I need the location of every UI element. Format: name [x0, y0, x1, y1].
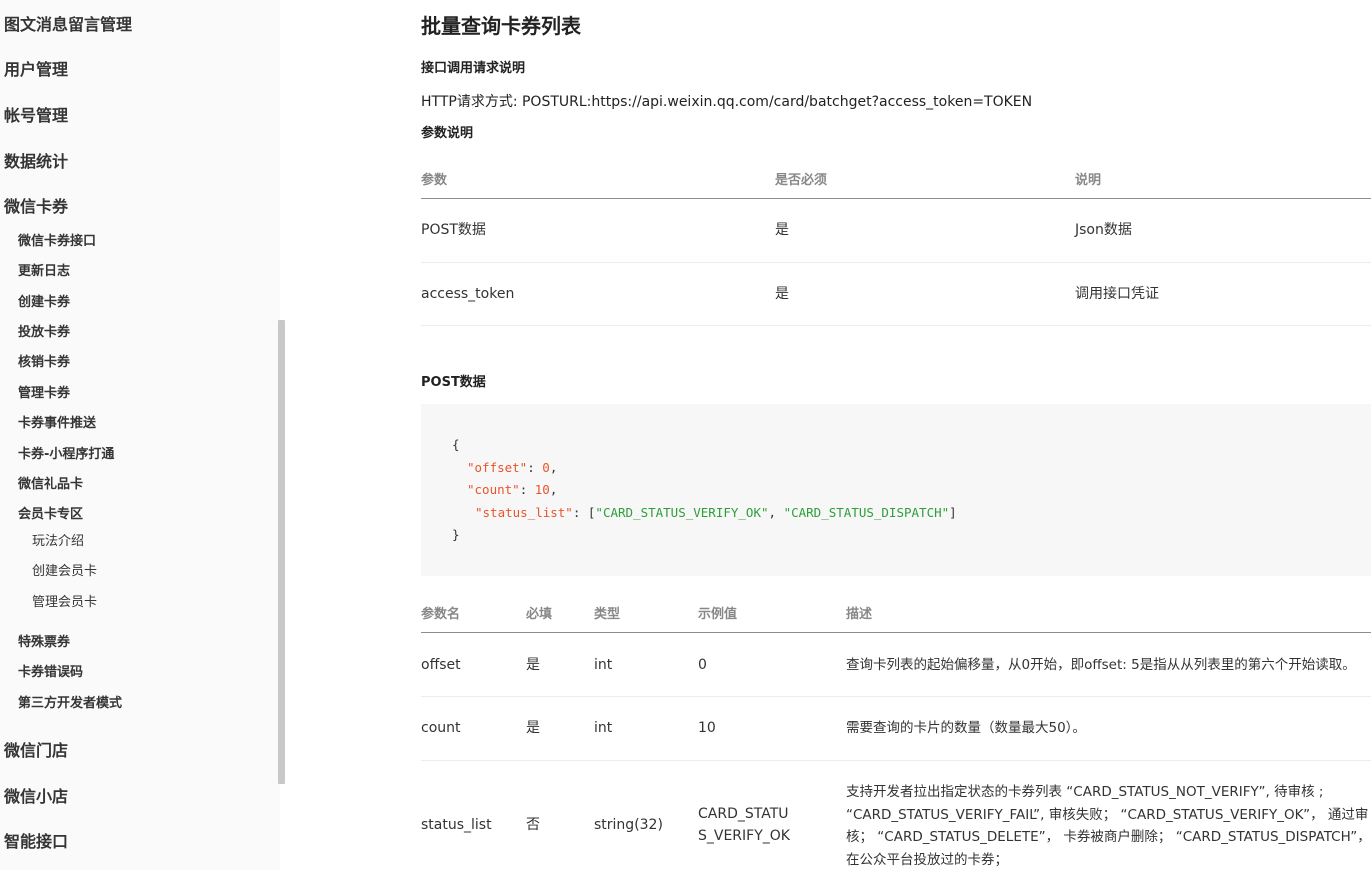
code-string: "CARD_STATUS_VERIFY_OK"	[595, 505, 769, 520]
params-header-divider	[421, 198, 1371, 199]
code-string: "CARD_STATUS_DISPATCH"	[783, 505, 950, 520]
row-divider	[421, 262, 1371, 263]
code-key: "offset"	[467, 460, 528, 475]
fields-cell: offset	[421, 657, 461, 673]
sidebar-item-manage-member-card[interactable]: 管理会员卡	[32, 594, 97, 612]
fields-cell-status-desc: 支持开发者拉出指定状态的卡券列表 “CARD_STATUS_NOT_VERIFY…	[846, 784, 1371, 868]
sidebar-item-consume-card[interactable]: 核销卡券	[18, 354, 70, 372]
fields-cell: int	[594, 720, 613, 736]
sidebar-item-card-api[interactable]: 微信卡券接口	[18, 233, 96, 251]
sidebar-item-wechat-stores[interactable]: 微信门店	[4, 741, 68, 761]
params-header-desc: 说明	[1075, 173, 1102, 188]
fields-header-desc: 描述	[846, 607, 873, 622]
code-open-brace: {	[452, 437, 460, 452]
row-divider	[421, 760, 1371, 761]
params-header-param: 参数	[421, 173, 448, 188]
code-key: "status_list"	[475, 505, 573, 520]
params-cell: access_token	[421, 286, 515, 302]
page-title: 批量查询卡券列表	[421, 14, 581, 38]
fields-cell: 查询卡列表的起始偏移量，从0开始，即offset: 5是指从从列表里的第六个开始…	[846, 657, 1356, 673]
sidebar-item-card-miniprogram[interactable]: 卡券-小程序打通	[18, 446, 114, 464]
sidebar-item-changelog[interactable]: 更新日志	[18, 263, 70, 281]
sidebar-item-manage-card[interactable]: 管理卡券	[18, 385, 70, 403]
fields-header-divider	[421, 632, 1371, 633]
fields-cell: 是	[526, 720, 540, 736]
sidebar-item-card-error-codes[interactable]: 卡券错误码	[18, 664, 83, 682]
code-key: "count"	[467, 482, 520, 497]
fields-header-required: 必填	[526, 607, 553, 622]
sidebar-item-wechat-cards[interactable]: 微信卡券	[4, 197, 68, 217]
code-line-count: "count": 10,	[467, 482, 558, 497]
fields-cell-example-line2: S_VERIFY_OK	[698, 828, 790, 844]
code-number: 0	[542, 460, 550, 475]
fields-header-type: 类型	[594, 607, 621, 622]
sidebar-item-wechat-shop[interactable]: 微信小店	[4, 787, 68, 807]
code-line-offset: "offset": 0,	[467, 460, 558, 475]
fields-cell: status_list	[421, 817, 492, 833]
code-line-status-list: "status_list": ["CARD_STATUS_VERIFY_OK",…	[475, 505, 957, 520]
params-cell: POST数据	[421, 222, 486, 238]
fields-cell: 10	[698, 720, 716, 736]
sidebar-item-gift-card[interactable]: 微信礼品卡	[18, 476, 83, 494]
fields-cell: 否	[526, 817, 540, 833]
request-heading: 接口调用请求说明	[421, 61, 526, 76]
sidebar-scrollbar[interactable]	[278, 320, 285, 784]
sidebar-item-smart-api[interactable]: 智能接口	[4, 832, 68, 852]
fields-header-name: 参数名	[421, 607, 461, 622]
sidebar-item-third-party-mode[interactable]: 第三方开发者模式	[18, 695, 122, 713]
fields-cell: 0	[698, 657, 707, 673]
fields-cell: int	[594, 657, 613, 673]
sidebar-item-special-tickets[interactable]: 特殊票券	[18, 634, 70, 652]
code-block: { "offset": 0, "count": 10, "status_list…	[421, 404, 1371, 576]
params-cell: 是	[775, 286, 789, 302]
sidebar-item-member-card-zone[interactable]: 会员卡专区	[18, 506, 83, 524]
params-cell: 是	[775, 222, 789, 238]
row-divider	[421, 696, 1371, 697]
fields-cell: 需要查询的卡片的数量（数量最大50）。	[846, 720, 1086, 736]
fields-cell: 是	[526, 657, 540, 673]
params-header-required: 是否必须	[775, 173, 828, 188]
params-cell: Json数据	[1075, 222, 1132, 238]
params-heading: 参数说明	[421, 126, 474, 141]
params-cell: 调用接口凭证	[1075, 286, 1159, 302]
fields-cell: count	[421, 720, 461, 736]
sidebar-item-gameplay-intro[interactable]: 玩法介绍	[32, 533, 84, 551]
sidebar-item-account-management[interactable]: 帐号管理	[4, 106, 68, 126]
fields-cell: string(32)	[594, 817, 663, 833]
sidebar-item-statistics[interactable]: 数据统计	[4, 152, 68, 172]
sidebar-item-user-management[interactable]: 用户管理	[4, 60, 68, 80]
sidebar-item-create-member-card[interactable]: 创建会员卡	[32, 563, 97, 581]
sidebar-item-dispatch-card[interactable]: 投放卡券	[18, 324, 70, 342]
row-divider	[421, 325, 1371, 326]
sidebar-item-card-events[interactable]: 卡券事件推送	[18, 415, 96, 433]
http-request-line: HTTP请求方式: POSTURL:https://api.weixin.qq.…	[421, 94, 1033, 110]
fields-cell-example-line1: CARD_STATU	[698, 806, 789, 822]
sidebar-item-article-comments[interactable]: 图文消息留言管理	[4, 15, 132, 35]
fields-header-example: 示例值	[698, 607, 738, 622]
sidebar	[0, 0, 280, 870]
code-close-brace: }	[452, 527, 460, 542]
post-data-heading: POST数据	[421, 375, 486, 390]
code-number: 10	[534, 482, 550, 497]
sidebar-item-create-card[interactable]: 创建卡券	[18, 294, 70, 312]
